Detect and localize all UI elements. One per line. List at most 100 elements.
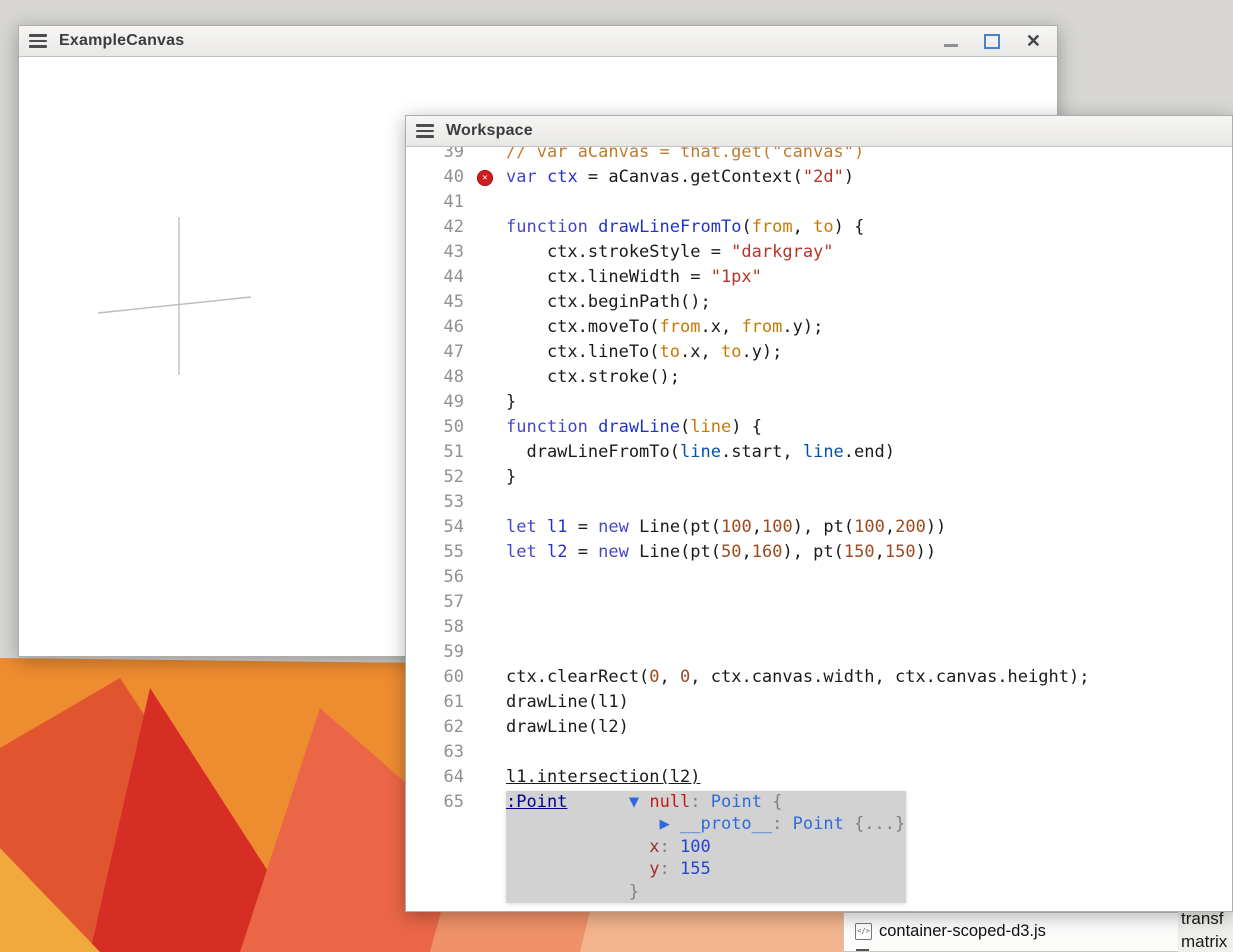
code-text[interactable]: ctx.moveTo(from.x, from.y); <box>506 315 823 340</box>
line-number[interactable]: 40 <box>406 165 464 190</box>
gutter-badge-slot <box>464 290 506 315</box>
line-number[interactable]: 44 <box>406 265 464 290</box>
code-line[interactable]: 42 function drawLineFromTo(from, to) { <box>406 215 1232 240</box>
line-number[interactable]: 46 <box>406 315 464 340</box>
minimize-icon[interactable] <box>944 44 958 47</box>
gutter-badge-slot <box>464 440 506 465</box>
line-number[interactable]: 56 <box>406 565 464 590</box>
line-number[interactable]: 61 <box>406 690 464 715</box>
code-line[interactable]: 54 let l1 = new Line(pt(100,100), pt(100,… <box>406 515 1232 540</box>
code-text[interactable]: function drawLine(line) { <box>506 415 762 440</box>
clipped-window-fragment: transf matrix <box>1178 907 1233 952</box>
gutter-badge-slot <box>464 265 506 290</box>
code-line[interactable]: 55 let l2 = new Line(pt(50,160), pt(150,1… <box>406 540 1232 565</box>
code-line[interactable]: 51 drawLineFromTo(line.start, line.end) <box>406 440 1232 465</box>
line-number[interactable]: 63 <box>406 740 464 765</box>
code-text[interactable]: ctx.beginPath(); <box>506 290 711 315</box>
code-text[interactable]: } <box>506 465 516 490</box>
code-text[interactable]: ctx.lineTo(to.x, to.y); <box>506 340 782 365</box>
line-number[interactable]: 42 <box>406 215 464 240</box>
code-line[interactable]: 49} <box>406 390 1232 415</box>
inspector-row: :Point ▼ null: Point { <box>506 791 906 813</box>
line-number[interactable]: 47 <box>406 340 464 365</box>
code-line[interactable]: 62 drawLine(l2) <box>406 715 1232 740</box>
line-number[interactable]: 45 <box>406 290 464 315</box>
code-text[interactable]: } <box>506 390 516 415</box>
example-canvas-titlebar[interactable]: ExampleCanvas ✕ <box>19 26 1057 57</box>
code-text[interactable]: function drawLineFromTo(from, to) { <box>506 215 864 240</box>
code-text[interactable]: drawLine(l1) <box>506 690 629 715</box>
code-line[interactable]: 58 <box>406 615 1232 640</box>
disclosure-triangle-icon[interactable]: ▶ <box>660 814 680 834</box>
code-line[interactable]: 60 ctx.clearRect(0, 0, ctx.canvas.width, … <box>406 665 1232 690</box>
code-line[interactable]: 48 ctx.stroke(); <box>406 365 1232 390</box>
close-icon[interactable]: ✕ <box>1026 26 1041 56</box>
code-text[interactable]: drawLineFromTo(line.start, line.end) <box>506 440 895 465</box>
line-number[interactable]: 50 <box>406 415 464 440</box>
line-number[interactable]: 51 <box>406 440 464 465</box>
menu-icon[interactable] <box>29 34 47 48</box>
file-list-item[interactable]: </> container-scoped-d3.js <box>844 913 1233 941</box>
code-text[interactable]: let l2 = new Line(pt(50,160), pt(150,150… <box>506 540 936 565</box>
code-line[interactable]: 40 ✕ var ctx = aCanvas.getContext("2d") <box>406 165 1232 190</box>
file-list-panel: </> container-scoped-d3.js <box>843 912 1233 952</box>
error-icon[interactable]: ✕ <box>477 170 493 186</box>
code-line[interactable]: 53 <box>406 490 1232 515</box>
fragment-text-2: matrix <box>1178 930 1233 952</box>
code-line[interactable]: 44 ctx.lineWidth = "1px" <box>406 265 1232 290</box>
code-line[interactable]: 56 <box>406 565 1232 590</box>
result-type-annotation[interactable]: :Point <box>506 792 567 812</box>
code-line[interactable]: 41 <box>406 190 1232 215</box>
code-line[interactable]: 39 // var aCanvas = that.get("canvas") <box>406 147 1232 165</box>
code-line[interactable]: 52} <box>406 465 1232 490</box>
maximize-icon[interactable] <box>984 34 1000 49</box>
code-line[interactable]: 57 <box>406 590 1232 615</box>
line-number[interactable]: 41 <box>406 190 464 215</box>
line-number[interactable]: 43 <box>406 240 464 265</box>
gutter-badge-slot <box>464 615 506 640</box>
line-number[interactable]: 62 <box>406 715 464 740</box>
code-line[interactable]: 50 function drawLine(line) { <box>406 415 1232 440</box>
menu-icon[interactable] <box>416 124 434 138</box>
code-line[interactable]: 64 l1.intersection(l2) <box>406 765 1232 790</box>
code-text[interactable]: ctx.strokeStyle = "darkgray" <box>506 240 834 265</box>
gutter-badge-slot <box>464 490 506 515</box>
code-text[interactable]: drawLine(l2) <box>506 715 629 740</box>
line-number[interactable]: 58 <box>406 615 464 640</box>
code-text[interactable]: ctx.stroke(); <box>506 365 680 390</box>
line-number[interactable]: 55 <box>406 540 464 565</box>
inspector-row: x: 100 <box>506 836 906 858</box>
line-number[interactable]: 60 <box>406 665 464 690</box>
line-number[interactable]: 48 <box>406 365 464 390</box>
gutter-badge-slot <box>464 415 506 440</box>
gutter-badge-slot <box>464 590 506 615</box>
line-number[interactable]: 49 <box>406 390 464 415</box>
code-line[interactable]: 61 drawLine(l1) <box>406 690 1232 715</box>
code-line[interactable]: 47 ctx.lineTo(to.x, to.y); <box>406 340 1232 365</box>
code-text[interactable]: l1.intersection(l2) <box>506 765 700 790</box>
code-text[interactable]: ctx.clearRect(0, 0, ctx.canvas.width, ct… <box>506 665 1089 690</box>
line-number[interactable]: 57 <box>406 590 464 615</box>
workspace-titlebar[interactable]: Workspace <box>406 116 1232 147</box>
code-text[interactable]: let l1 = new Line(pt(100,100), pt(100,20… <box>506 515 946 540</box>
code-line[interactable]: 45 ctx.beginPath(); <box>406 290 1232 315</box>
code-text[interactable]: // var aCanvas = that.get("canvas") <box>506 147 864 165</box>
gutter-badge-slot <box>464 690 506 715</box>
gutter-badge-slot <box>464 740 506 765</box>
line-number[interactable]: 54 <box>406 515 464 540</box>
line-number[interactable]: 65 <box>406 790 464 815</box>
code-line[interactable]: 59 <box>406 640 1232 665</box>
line-number[interactable]: 39 <box>406 147 464 165</box>
line-number[interactable]: 52 <box>406 465 464 490</box>
code-text[interactable]: ctx.lineWidth = "1px" <box>506 265 762 290</box>
disclosure-triangle-icon[interactable]: ▼ <box>629 792 649 812</box>
line-number[interactable]: 64 <box>406 765 464 790</box>
code-line[interactable]: 46 ctx.moveTo(from.x, from.y); <box>406 315 1232 340</box>
code-text[interactable]: var ctx = aCanvas.getContext("2d") <box>506 165 854 190</box>
line-number[interactable]: 53 <box>406 490 464 515</box>
code-editor[interactable]: 39 // var aCanvas = that.get("canvas") 40 ✕… <box>406 147 1232 911</box>
line-number[interactable]: 59 <box>406 640 464 665</box>
inspector-overlay: :Point ▼ null: Point { ▶ __proto__: Poin… <box>506 791 906 903</box>
code-line[interactable]: 63 <box>406 740 1232 765</box>
code-line[interactable]: 43 ctx.strokeStyle = "darkgray" <box>406 240 1232 265</box>
